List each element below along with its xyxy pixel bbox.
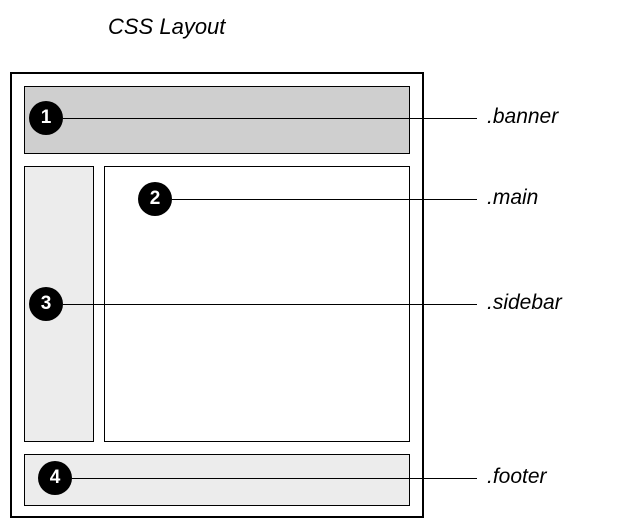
layout-frame [10, 72, 424, 518]
leader-line-2 [172, 199, 477, 200]
callout-marker-4: 4 [38, 461, 72, 495]
callout-marker-3: 3 [29, 287, 63, 321]
callout-marker-1: 1 [29, 101, 63, 135]
label-banner: .banner [487, 105, 558, 129]
label-main: .main [487, 186, 538, 210]
leader-line-4 [72, 478, 477, 479]
leader-line-1 [63, 118, 477, 119]
label-sidebar: .sidebar [487, 291, 562, 315]
label-footer: .footer [487, 465, 547, 489]
region-footer [24, 454, 410, 506]
region-banner [24, 86, 410, 154]
callout-marker-2: 2 [138, 182, 172, 216]
diagram-title: CSS Layout [108, 14, 225, 40]
leader-line-3 [63, 304, 477, 305]
